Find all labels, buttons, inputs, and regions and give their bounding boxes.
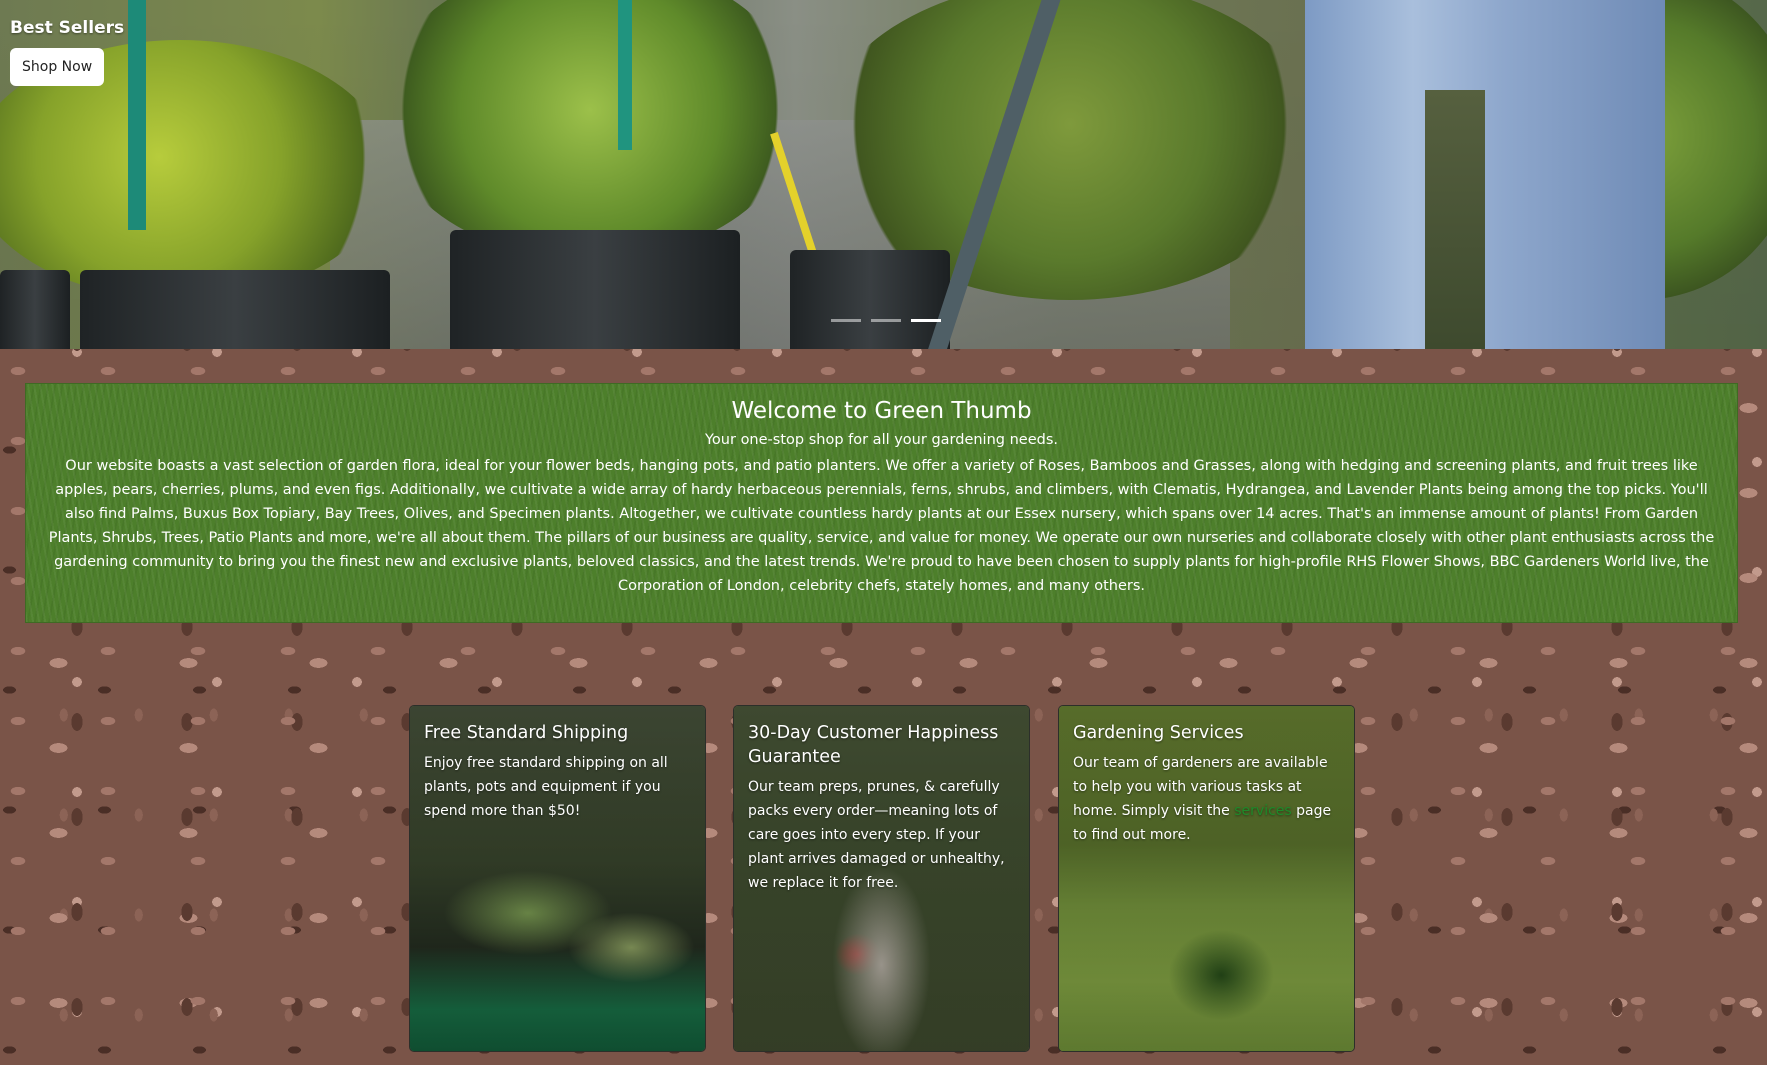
carousel-indicator-2[interactable] [871,319,901,322]
hero-image-post [128,0,146,230]
carousel-indicators [831,319,941,322]
welcome-title: Welcome to Green Thumb [731,398,1032,424]
hero-image-leg-gap [1425,90,1485,349]
card-title: Gardening Services [1073,723,1244,743]
shop-now-button[interactable]: Shop Now [10,48,105,86]
card-title: 30-Day Customer Happiness Guarantee [748,723,999,767]
feature-card-guarantee: 30-Day Customer Happiness Guarantee Our … [733,705,1030,1052]
carousel-indicator-3[interactable] [911,319,941,322]
card-text: Our team of gardeners are available to h… [1073,751,1340,847]
card-title: Free Standard Shipping [424,723,629,743]
card-content: Gardening Services Our team of gardeners… [1059,706,1354,847]
welcome-subtitle: Your one-stop shop for all your gardenin… [705,432,1058,448]
hero-image-pot [790,250,950,349]
feature-card-services: Gardening Services Our team of gardeners… [1058,705,1355,1052]
hero-image-pot [80,270,390,349]
hero-image-post [618,0,632,150]
card-text: Our team preps, prunes, & carefully pack… [748,779,1005,891]
card-content: Free Standard Shipping Enjoy free standa… [410,706,705,823]
hero-carousel: Best Sellers Shop Now [0,0,1767,349]
feature-card-shipping: Free Standard Shipping Enjoy free standa… [409,705,706,1052]
welcome-banner: Welcome to Green Thumb Your one-stop sho… [25,383,1738,623]
card-content: 30-Day Customer Happiness Guarantee Our … [734,706,1029,895]
hero-title: Best Sellers [10,18,125,38]
services-link[interactable]: services [1234,803,1291,819]
carousel-indicator-1[interactable] [831,319,861,322]
hero-image-person-legs [1305,0,1665,349]
card-text: Enjoy free standard shipping on all plan… [424,755,668,819]
hero-image-pot [0,270,70,349]
hero-image-pot [450,230,740,349]
hero-caption: Best Sellers Shop Now [10,18,124,86]
welcome-body: Our website boasts a vast selection of g… [48,458,1715,594]
